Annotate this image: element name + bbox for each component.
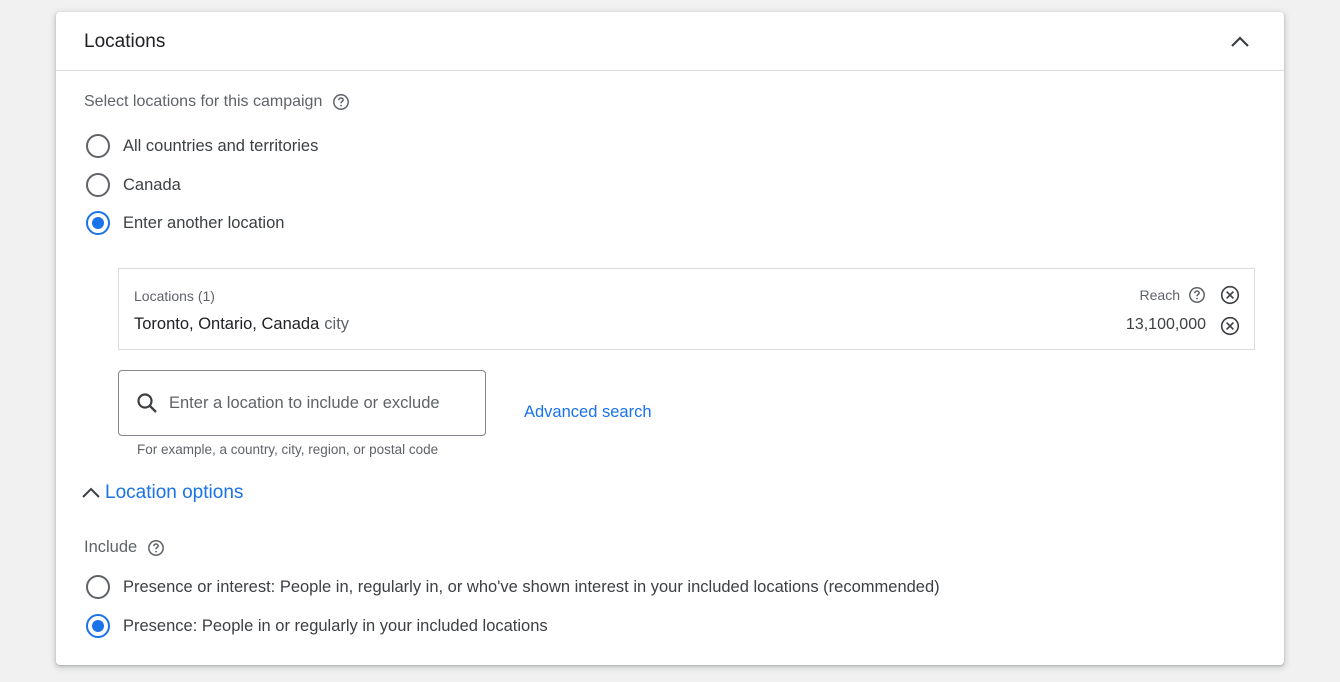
radio-label: Enter another location [123,213,285,232]
card-header[interactable]: Locations [56,12,1284,71]
location-options-toggle[interactable]: Location options [80,482,243,504]
cancel-circle-icon [1220,285,1240,305]
location-type: city [324,315,350,333]
remove-all-button[interactable] [1220,285,1240,305]
location-row: Toronto, Ontario, Canada city [134,315,349,334]
location-name: Toronto, Ontario, Canada [134,315,320,333]
chevron-up-icon [1231,36,1249,47]
chevron-up-icon [80,482,102,504]
include-label: Include [84,538,165,557]
locations-card: Locations Select locations for this camp… [56,12,1284,665]
advanced-search-link[interactable]: Advanced search [524,403,652,422]
remove-location-button[interactable] [1220,316,1240,336]
radio-presence-or-interest[interactable]: Presence or interest: People in, regular… [86,575,940,599]
locations-count-label: Locations (1) [134,288,215,304]
collapse-button[interactable] [1226,28,1254,56]
radio-button[interactable] [86,575,110,599]
cancel-circle-icon [1220,316,1240,336]
location-reach-value: 13,100,000 [1125,316,1206,333]
select-locations-text: Select locations for this campaign [84,93,323,110]
radio-canada[interactable]: Canada [86,173,181,197]
location-search-input[interactable] [169,393,469,413]
radio-dot [92,217,104,229]
location-search-field[interactable] [118,370,486,436]
radio-label: Presence: People in or regularly in your… [123,616,548,635]
radio-presence[interactable]: Presence: People in or regularly in your… [86,614,548,638]
search-icon [135,391,159,415]
help-icon[interactable] [147,539,165,557]
radio-button-selected[interactable] [86,614,110,638]
radio-dot [92,620,104,632]
radio-button[interactable] [86,134,110,158]
radio-all-countries[interactable]: All countries and territories [86,134,318,158]
help-icon[interactable] [332,93,350,111]
location-options-label: Location options [105,482,244,503]
card-title: Locations [84,31,166,52]
selected-locations-panel: Locations (1) Reach Toronto, Ontario, Ca… [118,268,1255,350]
include-text: Include [84,538,138,556]
radio-label: Presence or interest: People in, regular… [123,577,940,596]
radio-label: Canada [123,175,181,194]
reach-header: Reach [1140,286,1206,304]
radio-button[interactable] [86,173,110,197]
reach-label: Reach [1139,287,1180,303]
radio-label: All countries and territories [123,136,319,155]
search-hint: For example, a country, city, region, or… [137,442,439,457]
radio-button-selected[interactable] [86,211,110,235]
radio-another-location[interactable]: Enter another location [86,211,284,235]
select-locations-label: Select locations for this campaign [84,93,350,111]
help-icon[interactable] [1188,286,1206,304]
